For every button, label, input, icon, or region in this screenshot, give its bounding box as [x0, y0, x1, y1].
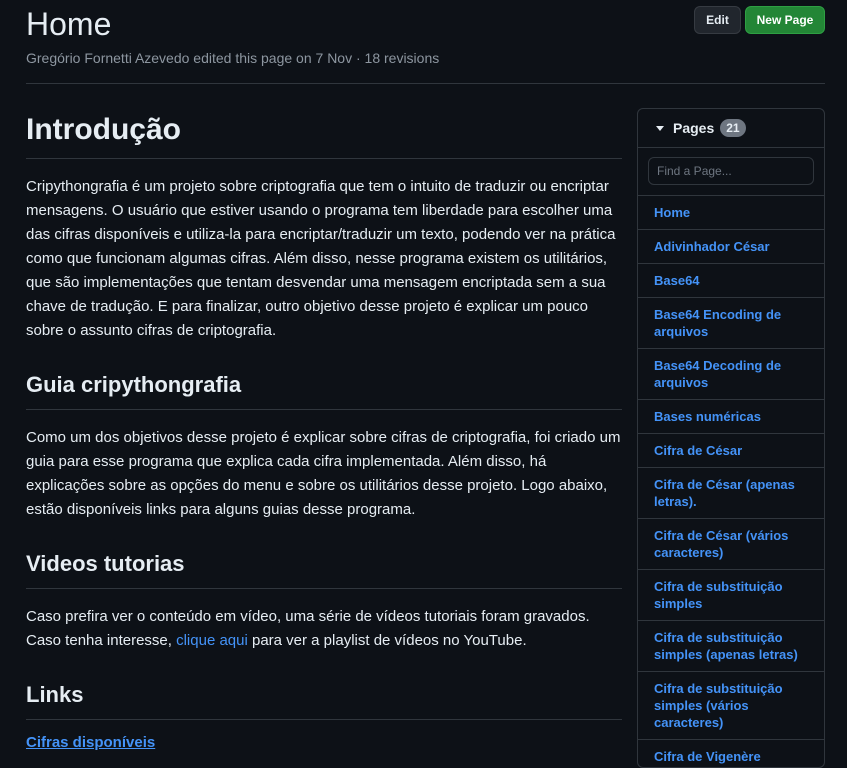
- pages-sidebar: Pages 21 Home Adivinhador César Base64 B…: [637, 108, 825, 768]
- videos-text-after: para ver a playlist de vídeos no YouTube…: [247, 632, 527, 649]
- sidebar-item-cifra-cesar-varios[interactable]: Cifra de César (vários caracteres): [638, 519, 824, 570]
- paragraph-videos: Caso prefira ver o conteúdo em vídeo, um…: [26, 605, 622, 653]
- sidebar-item-home[interactable]: Home: [638, 196, 824, 230]
- paragraph-introducao: Cripythongrafia é um projeto sobre cript…: [26, 178, 616, 339]
- sidebar-item-base64-encoding[interactable]: Base64 Encoding de arquivos: [638, 298, 824, 349]
- heading-guia: Guia cripythongrafia: [26, 369, 622, 410]
- pages-label: Pages: [673, 120, 715, 136]
- pages-count-badge: 21: [720, 119, 746, 137]
- sidebar-item-substituicao-varios[interactable]: Cifra de substituição simples (vários ca…: [638, 672, 824, 740]
- heading-links: Links: [26, 679, 622, 720]
- sidebar-item-cifra-cesar[interactable]: Cifra de César: [638, 434, 824, 468]
- sidebar-item-substituicao-letras[interactable]: Cifra de substituição simples (apenas le…: [638, 621, 824, 672]
- edit-button[interactable]: Edit: [694, 6, 741, 34]
- heading-introducao: Introdução: [26, 108, 622, 159]
- links-list: Cifras disponíveis: [26, 734, 622, 752]
- sidebar-item-substituicao-simples[interactable]: Cifra de substituição simples: [638, 570, 824, 621]
- heading-videos: Videos tutorias: [26, 548, 622, 589]
- playlist-link[interactable]: clique aqui: [176, 632, 248, 649]
- page-search-input[interactable]: [648, 157, 814, 185]
- new-page-button[interactable]: New Page: [745, 6, 825, 34]
- page-search-wrapper: [638, 147, 824, 196]
- paragraph-guia: Como um dos objetivos desse projeto é ex…: [26, 429, 621, 518]
- sidebar-item-base64[interactable]: Base64: [638, 264, 824, 298]
- sidebar-item-cifra-cesar-letras[interactable]: Cifra de César (apenas letras).: [638, 468, 824, 519]
- page-title: Home: [26, 6, 112, 42]
- sidebar-item-bases-numericas[interactable]: Bases numéricas: [638, 400, 824, 434]
- sidebar-item-adivinhador-cesar[interactable]: Adivinhador César: [638, 230, 824, 264]
- pages-list: Home Adivinhador César Base64 Base64 Enc…: [638, 196, 824, 767]
- wiki-content: Introdução Cripythongrafia é um projeto …: [26, 108, 622, 752]
- sidebar-item-vigenere[interactable]: Cifra de Vigenère: [638, 740, 824, 767]
- header-divider: [26, 83, 825, 84]
- caret-down-icon: [656, 125, 664, 131]
- sidebar-item-base64-decoding[interactable]: Base64 Decoding de arquivos: [638, 349, 824, 400]
- page-meta: Gregório Fornetti Azevedo edited this pa…: [26, 50, 440, 66]
- pages-toggle[interactable]: Pages 21: [638, 109, 824, 147]
